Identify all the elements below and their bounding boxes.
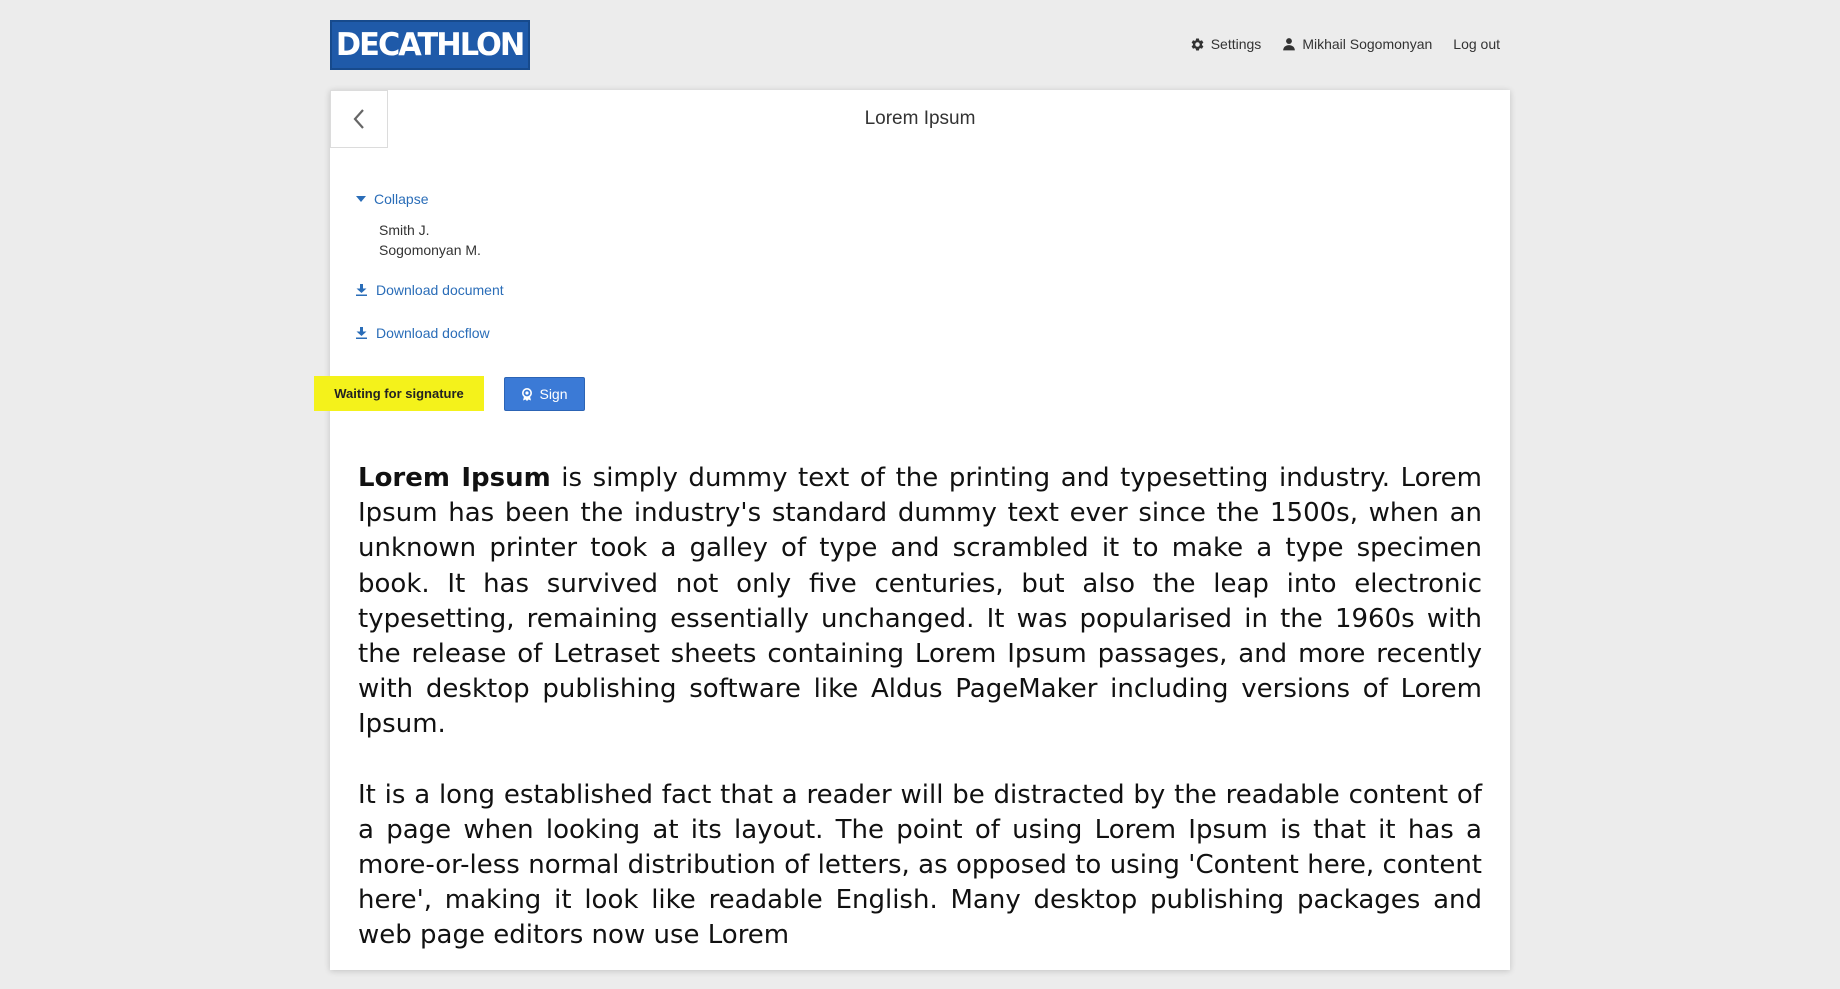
status-badge: Waiting for signature <box>314 376 484 411</box>
collapse-toggle[interactable]: Collapse <box>356 191 428 207</box>
signer-item: Smith J. <box>379 222 430 238</box>
document-title: Lorem Ipsum <box>864 108 976 129</box>
logout-label: Log out <box>1453 36 1500 52</box>
signer-item: Sogomonyan M. <box>379 242 481 258</box>
document-paragraph: It is a long established fact that a rea… <box>358 779 1482 951</box>
collapse-label: Collapse <box>374 191 429 207</box>
download-icon <box>356 284 367 296</box>
logo-text: DECATHLON <box>336 26 525 63</box>
gear-icon <box>1191 38 1204 50</box>
document-card: Lorem Ipsum Collapse Smith J. Sogomonyan… <box>314 90 1510 970</box>
sign-label: Sign <box>539 386 568 402</box>
user-name: Mikhail Sogomonyan <box>1302 36 1433 52</box>
download-document-link[interactable]: Download document <box>356 282 504 298</box>
download-document-label: Download document <box>376 282 504 298</box>
settings-label: Settings <box>1210 36 1262 52</box>
document-content: Lorem Ipsum is simply dummy text of the … <box>358 461 1482 989</box>
document-paragraph: Lorem Ipsum is simply dummy text of the … <box>358 461 1482 743</box>
document-paragraph-lead: Lorem Ipsum <box>358 463 551 493</box>
settings-link[interactable]: Settings <box>1190 36 1262 52</box>
download-docflow-label: Download docflow <box>376 325 490 341</box>
logout-link[interactable]: Log out <box>1453 36 1500 52</box>
user-icon <box>1283 38 1296 51</box>
caret-down-icon <box>356 196 366 202</box>
user-profile-link[interactable]: Mikhail Sogomonyan <box>1282 36 1432 52</box>
decathlon-logo[interactable]: DECATHLON <box>330 20 530 70</box>
download-docflow-link[interactable]: Download docflow <box>356 325 490 341</box>
document-paragraph-text: is simply dummy text of the printing and… <box>358 463 1482 740</box>
signers-list: Smith J. Sogomonyan M. <box>379 220 481 260</box>
sign-button[interactable]: Sign <box>504 377 585 411</box>
download-icon <box>356 327 367 339</box>
seal-icon <box>522 387 533 401</box>
top-navigation: Settings Mikhail Sogomonyan Log out <box>1190 36 1500 52</box>
